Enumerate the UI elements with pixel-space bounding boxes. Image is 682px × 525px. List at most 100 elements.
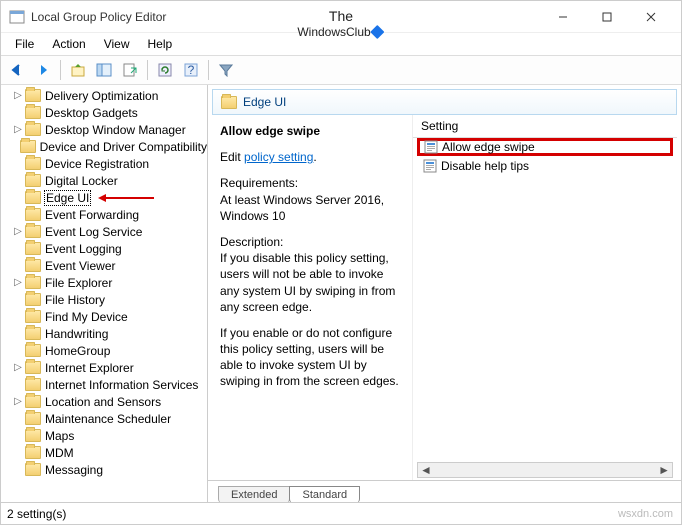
folder-icon — [25, 225, 41, 238]
window-title: Local Group Policy Editor — [31, 10, 166, 24]
tree-item[interactable]: ▷ Location and Sensors — [1, 393, 207, 410]
tree-item[interactable]: ▷ Internet Explorer — [1, 359, 207, 376]
refresh-button[interactable] — [153, 58, 177, 82]
tree-item[interactable]: MDM — [1, 444, 207, 461]
tab-standard[interactable]: Standard — [289, 486, 360, 502]
tree-item[interactable]: Maps — [1, 427, 207, 444]
tree-item-label: Edge UI — [45, 191, 90, 205]
setting-row[interactable]: Allow edge swipe — [417, 138, 673, 156]
details-panel: Edge UI Allow edge swipe Edit policy set… — [208, 85, 681, 502]
expand-icon[interactable]: ▷ — [13, 90, 23, 101]
requirements: Requirements:At least Windows Server 201… — [220, 175, 404, 224]
tree-item-label: Event Logging — [45, 242, 122, 256]
minimize-button[interactable] — [541, 2, 585, 32]
logo-line1: The — [297, 9, 384, 24]
folder-icon — [25, 463, 41, 476]
folder-icon — [25, 276, 41, 289]
tree-item[interactable]: Handwriting — [1, 325, 207, 342]
description-2: If you enable or do not configure this p… — [220, 325, 404, 390]
tree-item[interactable]: ▷ Delivery Optimization — [1, 87, 207, 104]
edit-policy-link[interactable]: policy setting — [244, 150, 313, 164]
policy-icon — [424, 140, 438, 154]
folder-icon — [25, 208, 41, 221]
tree-item-label: Maps — [45, 429, 74, 443]
menu-file[interactable]: File — [7, 35, 42, 53]
tree-item[interactable]: HomeGroup — [1, 342, 207, 359]
tree-item-label: Find My Device — [45, 310, 128, 324]
tree-item[interactable]: Desktop Gadgets — [1, 104, 207, 121]
back-button[interactable] — [5, 58, 29, 82]
menu-help[interactable]: Help — [140, 35, 181, 53]
scroll-right-icon[interactable]: ► — [658, 463, 670, 477]
maximize-button[interactable] — [585, 2, 629, 32]
help-button[interactable]: ? — [179, 58, 203, 82]
main-area: ▷ Delivery OptimizationDesktop Gadgets ▷ De… — [1, 85, 681, 502]
tree-item-label: Handwriting — [45, 327, 108, 341]
tree-item[interactable]: Maintenance Scheduler — [1, 410, 207, 427]
tree-item-label: Event Log Service — [45, 225, 142, 239]
tree-item[interactable]: ▷ Desktop Window Manager — [1, 121, 207, 138]
expand-icon[interactable]: ▷ — [13, 277, 23, 288]
column-header-setting[interactable]: Setting — [413, 115, 677, 138]
tree-item-label: Desktop Window Manager — [45, 123, 186, 137]
tree-item[interactable]: Digital Locker — [1, 172, 207, 189]
tree-item[interactable]: Messaging — [1, 461, 207, 478]
tree-item-label: Event Viewer — [45, 259, 115, 273]
expand-icon[interactable]: ▷ — [13, 396, 23, 407]
tree-item[interactable]: Device Registration — [1, 155, 207, 172]
tree-item[interactable]: ▷ Event Log Service — [1, 223, 207, 240]
tree-item-label: Delivery Optimization — [45, 89, 158, 103]
export-button[interactable] — [118, 58, 142, 82]
setting-label: Disable help tips — [441, 159, 529, 173]
folder-icon — [25, 361, 41, 374]
settings-list: Setting Allow edge swipe Disable help tip… — [412, 115, 677, 480]
tree-item-label: File History — [45, 293, 105, 307]
expand-icon[interactable]: ▷ — [13, 226, 23, 237]
horizontal-scrollbar[interactable]: ◄ ► — [417, 462, 673, 478]
tree-item[interactable]: Event Logging — [1, 240, 207, 257]
tree-item-label: Device and Driver Compatibility — [40, 140, 207, 154]
folder-icon — [25, 242, 41, 255]
scroll-left-icon[interactable]: ◄ — [420, 463, 432, 477]
logo-line2: WindowsClub — [297, 24, 384, 39]
tree-item-label: File Explorer — [45, 276, 112, 290]
setting-row[interactable]: Disable help tips — [417, 157, 673, 175]
folder-icon — [25, 89, 41, 102]
filter-button[interactable] — [214, 58, 238, 82]
details-header: Edge UI — [212, 89, 677, 115]
folder-icon — [25, 310, 41, 323]
tree-item[interactable]: Device and Driver Compatibility — [1, 138, 207, 155]
expand-icon[interactable]: ▷ — [13, 362, 23, 373]
tree-item[interactable]: File History — [1, 291, 207, 308]
expand-icon[interactable]: ▷ — [13, 124, 23, 135]
tree-item-label: Internet Explorer — [45, 361, 134, 375]
tab-extended[interactable]: Extended — [218, 486, 290, 502]
tree-item-label: Internet Information Services — [45, 378, 198, 392]
tree-item[interactable]: Event Forwarding — [1, 206, 207, 223]
logo: The WindowsClub — [297, 9, 384, 38]
tree-item-label: Messaging — [45, 463, 103, 477]
tree-panel[interactable]: ▷ Delivery OptimizationDesktop Gadgets ▷ De… — [1, 85, 208, 502]
tree-item[interactable]: Internet Information Services — [1, 376, 207, 393]
folder-icon — [25, 378, 41, 391]
svg-text:?: ? — [188, 63, 195, 77]
menu-action[interactable]: Action — [44, 35, 93, 53]
folder-icon — [25, 327, 41, 340]
menu-view[interactable]: View — [96, 35, 138, 53]
folder-icon — [25, 191, 41, 204]
tree-item[interactable]: Edge UI — [1, 189, 207, 206]
folder-icon — [25, 446, 41, 459]
tree-item[interactable]: Event Viewer — [1, 257, 207, 274]
up-button[interactable] — [66, 58, 90, 82]
arrow-indicator-icon — [96, 192, 156, 204]
setting-label: Allow edge swipe — [442, 140, 535, 154]
tree-item[interactable]: Find My Device — [1, 308, 207, 325]
close-button[interactable] — [629, 2, 673, 32]
folder-icon — [25, 344, 41, 357]
watermark: wsxdn.com — [618, 508, 673, 520]
forward-button[interactable] — [31, 58, 55, 82]
tree-item-label: Maintenance Scheduler — [45, 412, 171, 426]
tree-item-label: Location and Sensors — [45, 395, 161, 409]
show-hide-tree-button[interactable] — [92, 58, 116, 82]
tree-item[interactable]: ▷ File Explorer — [1, 274, 207, 291]
